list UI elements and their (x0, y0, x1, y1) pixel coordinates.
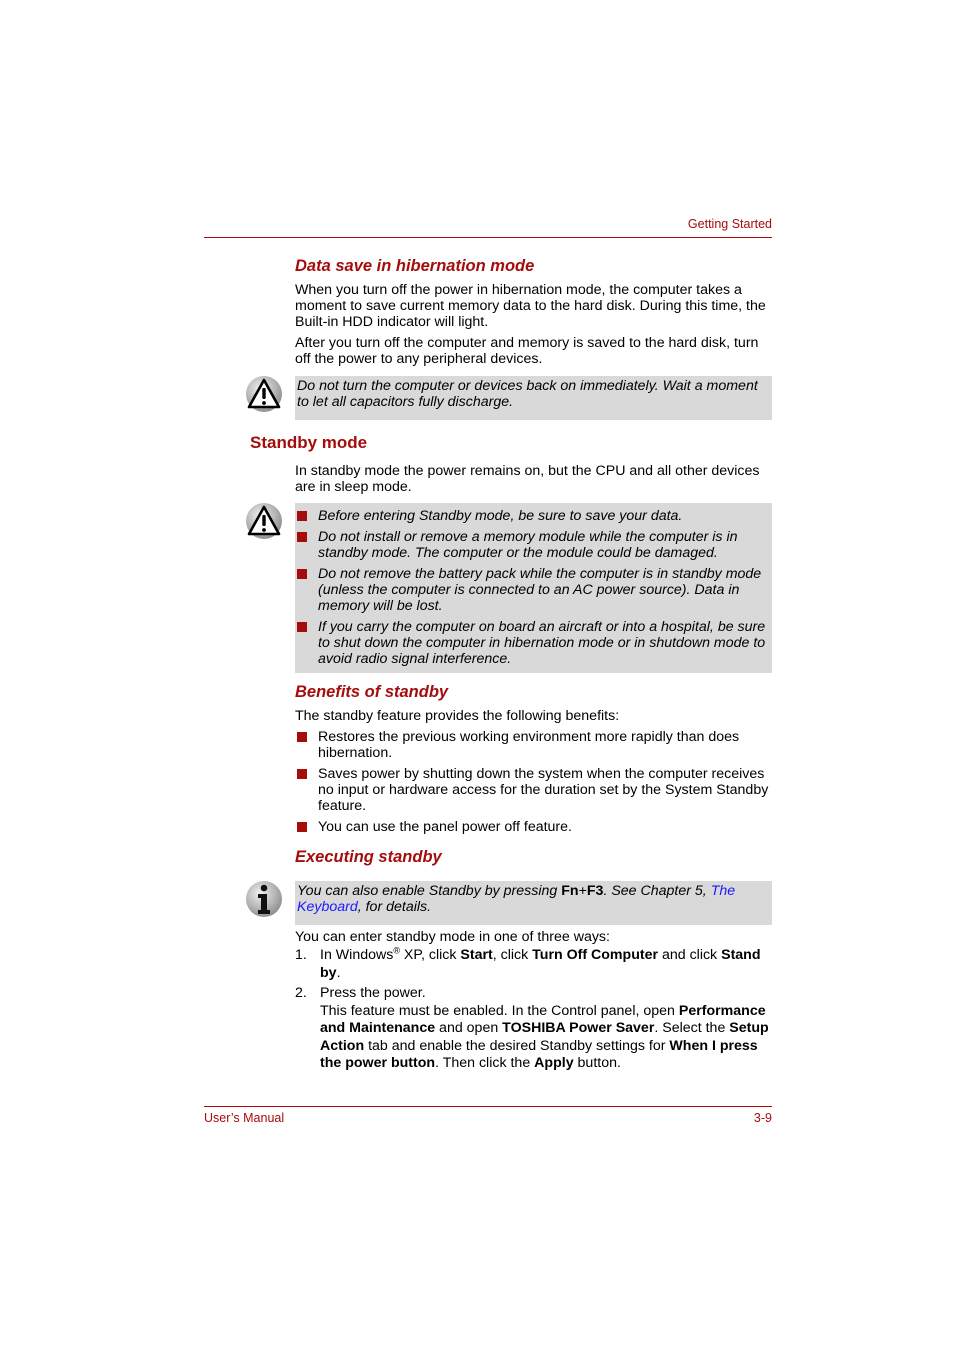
bullet-square-icon (297, 822, 307, 832)
section-title-standby: Standby mode (250, 433, 368, 452)
bullet-square-icon (297, 569, 307, 579)
caution-list-item: Do not remove the battery pack while the… (295, 566, 772, 614)
bullet-square-icon (297, 732, 307, 742)
hibernation-paragraph-2: After you turn off the computer and memo… (295, 335, 759, 367)
bullet-square-icon (297, 622, 307, 632)
hibernation-paragraph-1: When you turn off the power in hibernati… (295, 282, 766, 330)
caution-list-item: If you carry the computer on board an ai… (295, 619, 772, 667)
step-item: 1. In Windows® XP, click Start, click Tu… (295, 945, 761, 981)
warning-triangle-icon (245, 375, 283, 413)
bullet-square-icon (297, 511, 307, 521)
key-f3: F3 (586, 883, 604, 899)
executing-intro: You can enter standby mode in one of thr… (295, 929, 610, 945)
footer-rule (204, 1106, 772, 1107)
bullet-square-icon (297, 532, 307, 542)
section-title-benefits: Benefits of standby (295, 683, 449, 701)
footer-page-number: 3-9 (753, 1111, 772, 1125)
benefits-intro: The standby feature provides the followi… (295, 708, 620, 724)
step-item: 2. Press the power. This feature must be… (295, 985, 769, 1071)
caution-box-standby: Before entering Standby mode, be sure to… (295, 503, 772, 673)
benefit-item: You can use the panel power off feature. (295, 819, 773, 835)
caution-text: Do not turn the computer or devices back… (297, 378, 758, 410)
note-box-executing: You can also enable Standby by pressing … (295, 881, 772, 925)
caution-list-item: Do not install or remove a memory module… (295, 529, 772, 561)
standby-paragraph: In standby mode the power remains on, bu… (295, 463, 760, 495)
key-fn: Fn (561, 883, 579, 899)
running-header: Getting Started (687, 217, 772, 231)
caution-list-item: Before entering Standby mode, be sure to… (295, 508, 772, 524)
note-text: You can also enable Standby by pressing … (297, 883, 736, 915)
section-title-hibernation: Data save in hibernation mode (295, 257, 535, 275)
footer-manual-title: User’s Manual (204, 1111, 285, 1125)
bullet-square-icon (297, 769, 307, 779)
warning-triangle-icon (245, 502, 283, 540)
header-rule (204, 237, 772, 238)
benefit-item: Saves power by shutting down the system … (295, 766, 773, 814)
steps-list: 1. In Windows® XP, click Start, click Tu… (295, 945, 773, 1076)
benefit-item: Restores the previous working environmen… (295, 729, 773, 761)
caution-box-hibernation: Do not turn the computer or devices back… (295, 376, 772, 420)
benefits-list: Restores the previous working environmen… (295, 729, 773, 840)
section-title-executing: Executing standby (295, 848, 442, 866)
information-icon (245, 880, 283, 918)
